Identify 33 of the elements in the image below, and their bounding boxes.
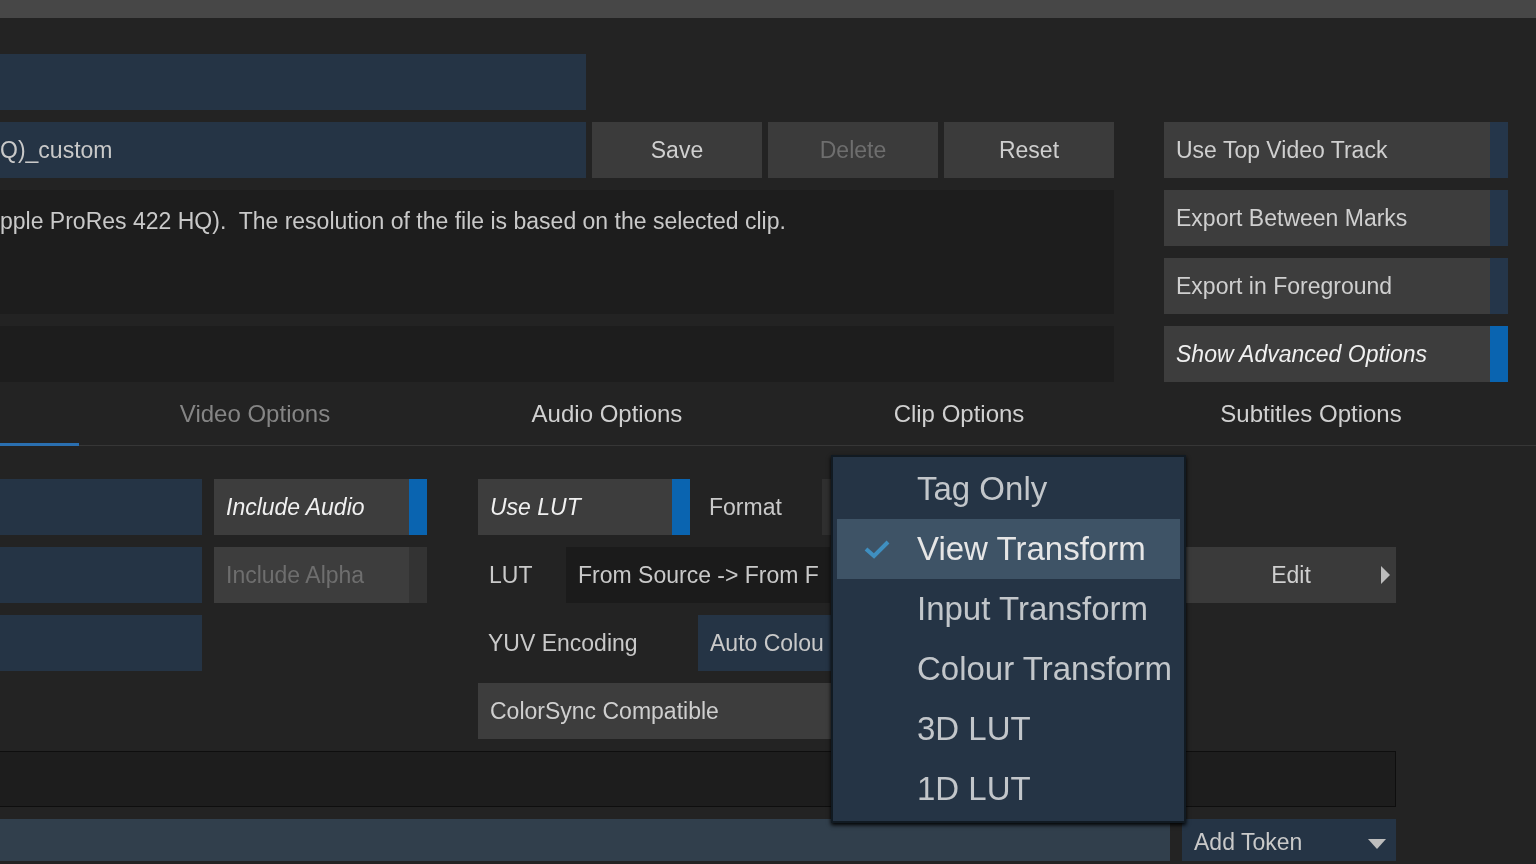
token-field[interactable]: [0, 819, 1170, 861]
menu-item[interactable]: Tag Only: [837, 459, 1180, 519]
toggle-button[interactable]: Include Audio: [214, 479, 427, 535]
tab[interactable]: Clip Options: [783, 382, 1135, 446]
input-field[interactable]: [0, 547, 202, 603]
option-toggle[interactable]: Use Top Video Track: [1164, 122, 1508, 178]
description-text: pple ProRes 422 HQ). The resolution of the file is based on the selected clip.: [0, 208, 786, 234]
caret-right-icon: [1380, 566, 1390, 584]
input-field[interactable]: [0, 479, 202, 535]
name-field[interactable]: [0, 54, 586, 110]
tab[interactable]: Subtitles Options: [1135, 382, 1487, 446]
input-field[interactable]: [0, 615, 202, 671]
preset-button[interactable]: Save: [592, 122, 762, 178]
option-toggle[interactable]: Export Between Marks: [1164, 190, 1508, 246]
caret-down-icon: [1368, 839, 1386, 849]
menu-item[interactable]: Colour Transform: [837, 639, 1180, 699]
menu-item[interactable]: 3D LUT: [837, 699, 1180, 759]
lut-dropdown[interactable]: From Source -> From F: [566, 547, 830, 603]
check-icon: [864, 539, 890, 559]
tab[interactable]: Audio Options: [431, 382, 783, 446]
add-token-dropdown[interactable]: Add Token: [1182, 819, 1396, 861]
yuv-label: YUV Encoding: [487, 628, 639, 658]
toggle-button[interactable]: Use LUT: [478, 479, 690, 535]
edit-button[interactable]: Edit: [1186, 547, 1396, 603]
lut-label: LUT: [488, 560, 534, 590]
menu-item[interactable]: 1D LUT: [837, 759, 1180, 819]
option-toggle[interactable]: Export in Foreground: [1164, 258, 1508, 314]
menu-item[interactable]: Input Transform: [837, 579, 1180, 639]
format-label: Format: [709, 492, 782, 522]
option-toggle[interactable]: Show Advanced Options: [1164, 326, 1508, 382]
preset-field[interactable]: Q)_custom: [0, 122, 586, 178]
menu-item[interactable]: View Transform: [837, 519, 1180, 579]
preset-button[interactable]: Reset: [944, 122, 1114, 178]
